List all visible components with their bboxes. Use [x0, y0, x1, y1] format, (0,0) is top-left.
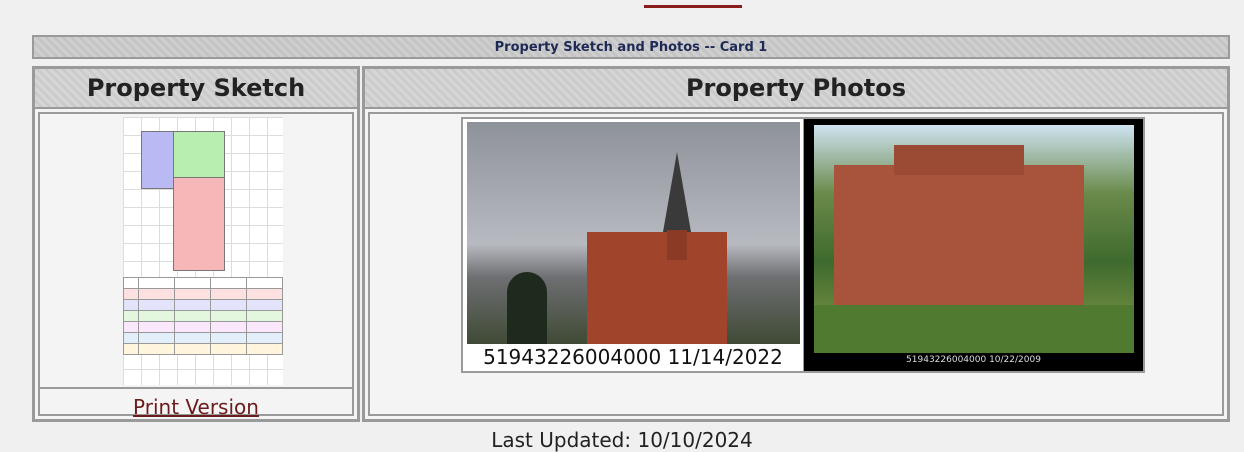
photo-item[interactable]: 51943226004000 11/14/2022: [463, 119, 804, 371]
print-version-link[interactable]: Print Version: [40, 395, 352, 419]
top-accent-line: [644, 0, 742, 8]
church-shape: [587, 232, 727, 344]
sketch-heading-text: Property Sketch: [86, 74, 306, 102]
sketch-body: Print Version: [38, 112, 354, 419]
property-photos-panel: Property Photos 51943226004000 11/14/202…: [362, 66, 1230, 422]
photo-caption: 51943226004000 11/14/2022: [483, 345, 783, 369]
pediment-shape: [894, 145, 1024, 175]
photo-gallery: 51943226004000 11/14/2022 51943226004000…: [461, 117, 1145, 373]
last-updated-text: Last Updated: 10/10/2024: [491, 428, 753, 452]
property-photo-image[interactable]: [467, 122, 800, 344]
photos-body: 51943226004000 11/14/2022 51943226004000…: [368, 112, 1224, 416]
sketch-area-b: [141, 131, 175, 189]
photos-heading: Property Photos: [365, 69, 1227, 109]
spire-shape: [663, 152, 691, 232]
print-divider: [40, 387, 352, 389]
property-sketch-panel: Property Sketch Print Version: [32, 66, 360, 422]
tower-shape: [667, 230, 687, 260]
sketch-area-c: [173, 131, 225, 179]
property-photo-image[interactable]: [814, 125, 1134, 353]
sketch-area-a: [173, 177, 225, 271]
sketch-heading: Property Sketch: [35, 69, 357, 109]
lawn-shape: [814, 305, 1134, 353]
church-shape: [834, 165, 1084, 321]
tree-shape: [507, 272, 547, 344]
property-sketch-image[interactable]: [123, 117, 283, 385]
photo-caption: 51943226004000 10/22/2009: [906, 355, 1041, 365]
photos-heading-text: Property Photos: [685, 74, 907, 102]
photo-item[interactable]: 51943226004000 10/22/2009: [804, 119, 1143, 371]
section-title-text: Property Sketch and Photos -- Card 1: [494, 39, 768, 55]
section-title: Property Sketch and Photos -- Card 1: [32, 35, 1230, 59]
sketch-area-table: [123, 277, 283, 355]
